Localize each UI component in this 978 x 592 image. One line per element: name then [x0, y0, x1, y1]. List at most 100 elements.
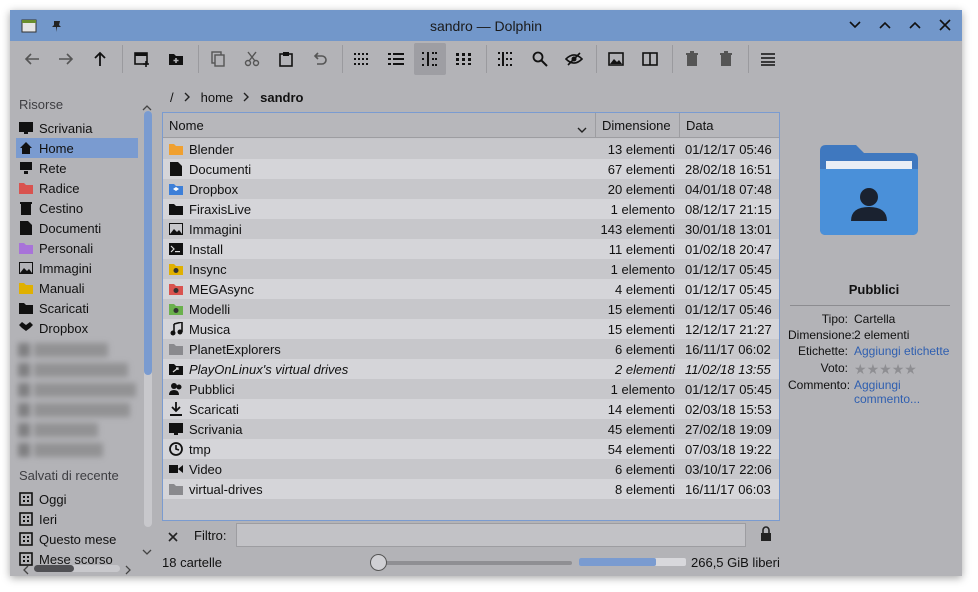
row-size: 1 elemento	[610, 261, 675, 277]
table-row[interactable]: Install 11 elementi 01/02/18 20:47	[163, 239, 779, 259]
info-size-row: Dimensione: 2 elementi	[788, 328, 960, 342]
row-name: Blender	[189, 141, 234, 157]
sidebar-item-dropbox[interactable]: Dropbox	[16, 318, 138, 338]
sidebar-item-rete[interactable]: Rete	[16, 158, 138, 178]
disk-space-fill	[579, 558, 657, 566]
row-name: Video	[189, 461, 223, 477]
paste-button[interactable]	[270, 43, 302, 75]
minimize-icon[interactable]	[876, 16, 894, 34]
zoom-slider-handle[interactable]	[370, 554, 387, 571]
table-row[interactable]: PlayOnLinux's virtual drives 2 elementi …	[163, 359, 779, 379]
sidebar-item-scrivania[interactable]: Scrivania	[16, 118, 138, 138]
copy-button[interactable]	[202, 43, 234, 75]
breadcrumb: / home sandro	[170, 87, 304, 107]
table-row[interactable]: FiraxisLive 1 elemento 08/12/17 21:15	[163, 199, 779, 219]
table-row[interactable]: Dropbox 20 elementi 04/01/18 07:48	[163, 179, 779, 199]
rating-stars[interactable]: ★★★★★	[854, 361, 950, 378]
cut-button[interactable]	[236, 43, 268, 75]
free-space-label: 266,5 GiB liberi	[691, 555, 780, 570]
table-row[interactable]: tmp 54 elementi 07/03/18 19:22	[163, 439, 779, 459]
sort-chevron-down-icon[interactable]	[577, 122, 587, 137]
table-row[interactable]: MEGAsync 4 elementi 01/12/17 05:45	[163, 279, 779, 299]
compact-view-button[interactable]	[380, 43, 412, 75]
table-row[interactable]: virtual-drives 8 elementi 16/11/17 06:03	[163, 479, 779, 499]
public-folder-icon	[818, 143, 920, 242]
info-type-label: Tipo:	[821, 312, 848, 326]
document-icon	[19, 221, 33, 235]
trash-icon	[19, 201, 33, 215]
hidden-files-button[interactable]	[558, 43, 590, 75]
sidebar-item-home[interactable]: Home	[16, 138, 138, 158]
maximize-icon[interactable]	[906, 16, 924, 34]
filter-input[interactable]	[236, 523, 746, 547]
table-row[interactable]: Blender 13 elementi 01/12/17 05:46	[163, 139, 779, 159]
sidebar-item-radice[interactable]: Radice	[16, 178, 138, 198]
sidebar-item-manuali[interactable]: Manuali	[16, 278, 138, 298]
column-header-size[interactable]: Dimensione	[596, 113, 680, 138]
rating-star-icon[interactable]: ★	[854, 361, 867, 377]
undo-button[interactable]	[304, 43, 336, 75]
table-row[interactable]: Scaricati 14 elementi 02/03/18 15:53	[163, 399, 779, 419]
add-tags-link[interactable]: Aggiungi etichette	[854, 344, 950, 358]
breadcrumb-item-current[interactable]: sandro	[260, 90, 303, 105]
column-header-name[interactable]: Nome	[163, 113, 596, 138]
table-row[interactable]: Musica 15 elementi 12/12/17 21:27	[163, 319, 779, 339]
icons-view-button[interactable]	[346, 43, 378, 75]
sidebar-item-scaricati[interactable]: Scaricati	[16, 298, 138, 318]
breadcrumb-root[interactable]: /	[170, 90, 174, 105]
column-header-size-label: Dimensione	[602, 118, 671, 133]
row-date: 12/12/17 21:27	[685, 321, 772, 337]
sidebar-item-immagini[interactable]: Immagini	[16, 258, 138, 278]
sidebar-scrollbar-thumb[interactable]	[144, 111, 152, 375]
preview-button[interactable]	[600, 43, 632, 75]
rating-star-icon[interactable]: ★	[867, 361, 880, 377]
table-row[interactable]: Video 6 elementi 03/10/17 22:06	[163, 459, 779, 479]
details-view-button[interactable]	[414, 43, 446, 75]
grid-view-button[interactable]	[448, 43, 480, 75]
new-window-button[interactable]	[126, 43, 158, 75]
up-button[interactable]	[84, 43, 116, 75]
dolphin-window: sandro — Dolphin Risorse Scrivania Home …	[10, 10, 962, 576]
zoom-slider-track[interactable]	[378, 561, 572, 565]
recent-item-oggi[interactable]: Oggi	[16, 489, 138, 509]
sidebar-item-cestino[interactable]: Cestino	[16, 198, 138, 218]
row-name-cell: tmp	[169, 439, 211, 459]
status-bar: 18 cartelle 266,5 GiB liberi	[10, 551, 962, 575]
folder-icon	[169, 342, 183, 356]
recent-item-label: Ieri	[39, 511, 58, 527]
sidebar-item-documenti[interactable]: Documenti	[16, 218, 138, 238]
window-menu-down-icon[interactable]	[846, 16, 864, 34]
close-filter-icon[interactable]	[168, 530, 178, 545]
breadcrumb-item-home[interactable]: home	[201, 90, 234, 105]
row-name: Scaricati	[189, 401, 239, 417]
lock-icon[interactable]	[760, 526, 772, 545]
recent-item-questo-mese[interactable]: Questo mese	[16, 529, 138, 549]
table-row[interactable]: Documenti 67 elementi 28/02/18 16:51	[163, 159, 779, 179]
add-comment-link[interactable]: Aggiungi commento...	[854, 378, 950, 406]
close-icon[interactable]	[936, 16, 954, 34]
table-row[interactable]: PlanetExplorers 6 elementi 16/11/17 06:0…	[163, 339, 779, 359]
table-row[interactable]: Scrivania 45 elementi 27/02/18 19:09	[163, 419, 779, 439]
table-row[interactable]: Immagini 143 elementi 30/01/18 13:01	[163, 219, 779, 239]
delete-button[interactable]	[710, 43, 742, 75]
hamburger-menu-button[interactable]	[752, 43, 784, 75]
column-header-date[interactable]: Data	[680, 113, 779, 138]
rating-star-icon[interactable]: ★	[879, 361, 892, 377]
columns-view-button[interactable]	[490, 43, 522, 75]
table-row[interactable]: Insync 1 elemento 01/12/17 05:45	[163, 259, 779, 279]
new-folder-button[interactable]	[160, 43, 192, 75]
split-view-button[interactable]	[634, 43, 666, 75]
back-button[interactable]	[16, 43, 48, 75]
recent-item-ieri[interactable]: Ieri	[16, 509, 138, 529]
rating-star-icon[interactable]: ★	[892, 361, 905, 377]
trash-button[interactable]	[676, 43, 708, 75]
table-row[interactable]: Pubblici 1 elemento 01/12/17 05:45	[163, 379, 779, 399]
rating-star-icon[interactable]: ★	[904, 361, 917, 377]
sidebar-item-label: Scaricati	[39, 300, 89, 316]
table-row[interactable]: Modelli 15 elementi 01/12/17 05:46	[163, 299, 779, 319]
forward-button[interactable]	[50, 43, 82, 75]
terminal-folder-icon	[169, 242, 183, 256]
search-button[interactable]	[524, 43, 556, 75]
sidebar-item-personali[interactable]: Personali	[16, 238, 138, 258]
row-name: Modelli	[189, 301, 231, 317]
